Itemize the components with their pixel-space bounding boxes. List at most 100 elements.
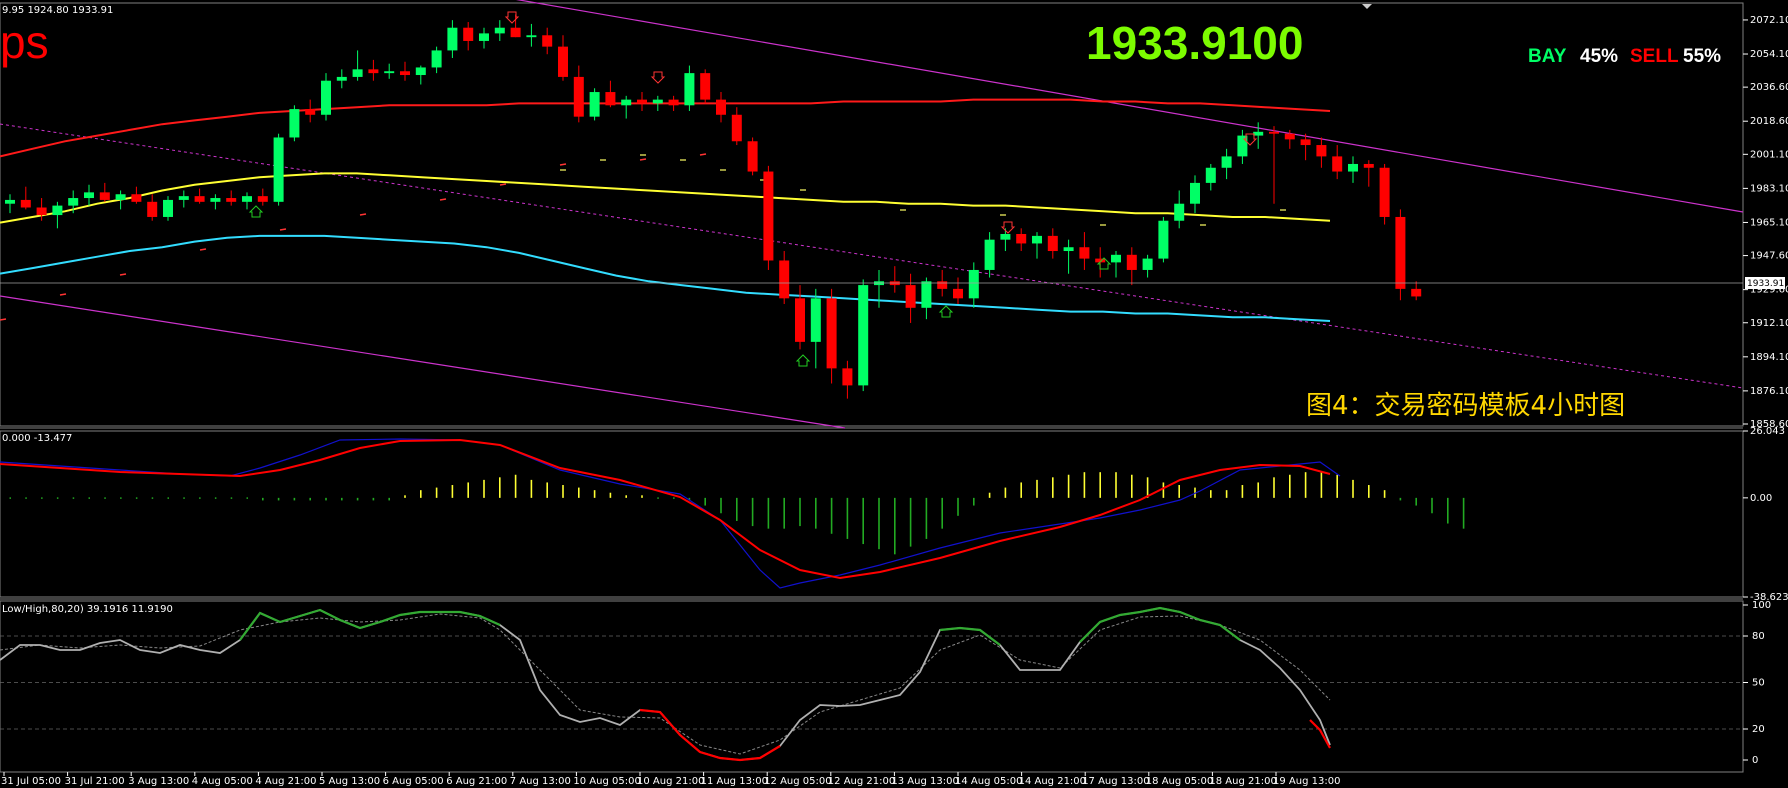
macd-hist-bar — [88, 497, 90, 499]
candle-body — [1142, 258, 1153, 270]
stoch-tick-label: 100 — [1752, 600, 1771, 611]
candle-body — [747, 141, 758, 172]
candle-body — [1158, 220, 1169, 259]
price-tick-label: 1983.10 — [1750, 183, 1788, 194]
bay-label: BAY — [1528, 46, 1567, 67]
candle-body — [573, 76, 584, 117]
sell-arrow-icon — [1000, 221, 1016, 234]
candle-body — [384, 71, 395, 74]
candlesticks — [5, 14, 1422, 399]
candle-body — [321, 80, 331, 115]
candle-body — [795, 298, 805, 342]
sar-dot — [559, 163, 567, 166]
time-tick-label: 17 Aug 13:00 — [1082, 776, 1149, 787]
candle-body — [953, 288, 963, 299]
macd-signal-line — [0, 438, 1331, 580]
sar-dot — [279, 228, 287, 231]
candle-body — [605, 92, 616, 106]
candle-body — [1016, 233, 1027, 244]
time-tick-label: 31 Jul 21:00 — [65, 776, 125, 787]
candle-body — [637, 99, 647, 104]
time-tick-label: 6 Aug 21:00 — [446, 776, 507, 787]
candle-body — [131, 194, 142, 202]
candle-body — [52, 205, 63, 216]
candle-body — [684, 73, 695, 106]
stoch-overbought-segment — [1079, 606, 1241, 643]
price-tick-label: 1947.60 — [1750, 251, 1788, 262]
scroll-marker-icon[interactable] — [1362, 4, 1372, 9]
candle-body — [5, 199, 15, 204]
time-tick-label: 13 Aug 13:00 — [891, 776, 958, 787]
candle-body — [921, 281, 932, 308]
moving-averages — [0, 98, 1331, 322]
candle-body — [621, 99, 632, 106]
stoch-oversold-segment — [1309, 719, 1331, 749]
candle-body — [558, 46, 568, 77]
candle-body — [115, 194, 126, 200]
price-tick-label: 2072.10 — [1750, 15, 1788, 26]
macd-hist-bar — [120, 497, 122, 499]
time-tick-label: 14 Aug 21:00 — [1019, 776, 1086, 787]
candle-body — [842, 368, 853, 386]
candle-body — [826, 298, 837, 369]
time-tick-label: 18 Aug 21:00 — [1209, 776, 1276, 787]
candle-body — [968, 269, 979, 299]
candle-body — [668, 99, 679, 106]
candle-body — [305, 109, 316, 115]
buy-arrow-icon — [248, 205, 264, 218]
macd-hist-bar — [199, 497, 201, 499]
candle-body — [99, 192, 110, 200]
macd-axis: 26.0430.00-38.623 — [1743, 426, 1788, 603]
macd-hist-bar — [25, 497, 27, 499]
price-tick-label: 2018.60 — [1750, 116, 1788, 127]
price-tick-label: 2036.60 — [1750, 82, 1788, 93]
candle-body — [289, 109, 300, 138]
ps-label: ps — [0, 16, 49, 68]
candle-body — [479, 33, 489, 41]
macd-tick-label: 26.043 — [1750, 426, 1785, 437]
macd-hist-bar — [9, 497, 11, 499]
time-tick-label: 5 Aug 13:00 — [319, 776, 380, 787]
candle-body — [1316, 145, 1327, 157]
stoch-tick-label: 80 — [1752, 631, 1765, 642]
ma-cyan-line — [0, 234, 1331, 322]
price-tick-label: 1876.10 — [1750, 386, 1788, 397]
candle-body — [1126, 254, 1137, 270]
candle-body — [336, 76, 347, 81]
candle-body — [1079, 247, 1090, 259]
candle-body — [1379, 167, 1390, 217]
macd-hist-bar — [230, 497, 233, 499]
candle-body — [36, 207, 47, 216]
big-price: 1933.9100 — [1086, 17, 1303, 69]
sar-dot — [59, 293, 67, 296]
macd-hist-bar — [183, 497, 185, 499]
macd-panel — [0, 438, 1465, 589]
price-axis: 2072.10 2054.10 2036.60 2018.60 2001.10 1983.… — [1743, 15, 1788, 430]
macd-hist-bar — [673, 497, 675, 499]
time-tick-label: 6 Aug 05:00 — [383, 776, 444, 787]
candle-body — [494, 27, 505, 34]
regression-channel — [0, 0, 1744, 429]
time-tick-label: 14 Aug 05:00 — [955, 776, 1022, 787]
candle-body — [937, 281, 948, 289]
candle-body — [1411, 288, 1422, 297]
macd-hist-bar — [214, 497, 217, 499]
stoch-tick-label: 0 — [1752, 755, 1758, 766]
candle-body — [858, 285, 869, 386]
candle-body — [1063, 247, 1074, 252]
time-tick-label: 12 Aug 21:00 — [828, 776, 895, 787]
time-tick-label: 4 Aug 05:00 — [192, 776, 253, 787]
macd-hist-bar — [657, 497, 659, 499]
macd-label: 0.000 -13.477 — [2, 433, 72, 444]
macd-hist-bar — [56, 497, 59, 499]
macd-hist-bar — [72, 497, 75, 499]
sar-dot — [439, 198, 447, 201]
candle-body — [415, 67, 426, 76]
candle-body — [1174, 203, 1185, 221]
candle-body — [542, 35, 553, 47]
candle-body — [526, 35, 537, 38]
candle-body — [731, 114, 742, 142]
candle-body — [1332, 156, 1343, 172]
candle-body — [700, 73, 711, 100]
candle-body — [147, 201, 158, 217]
